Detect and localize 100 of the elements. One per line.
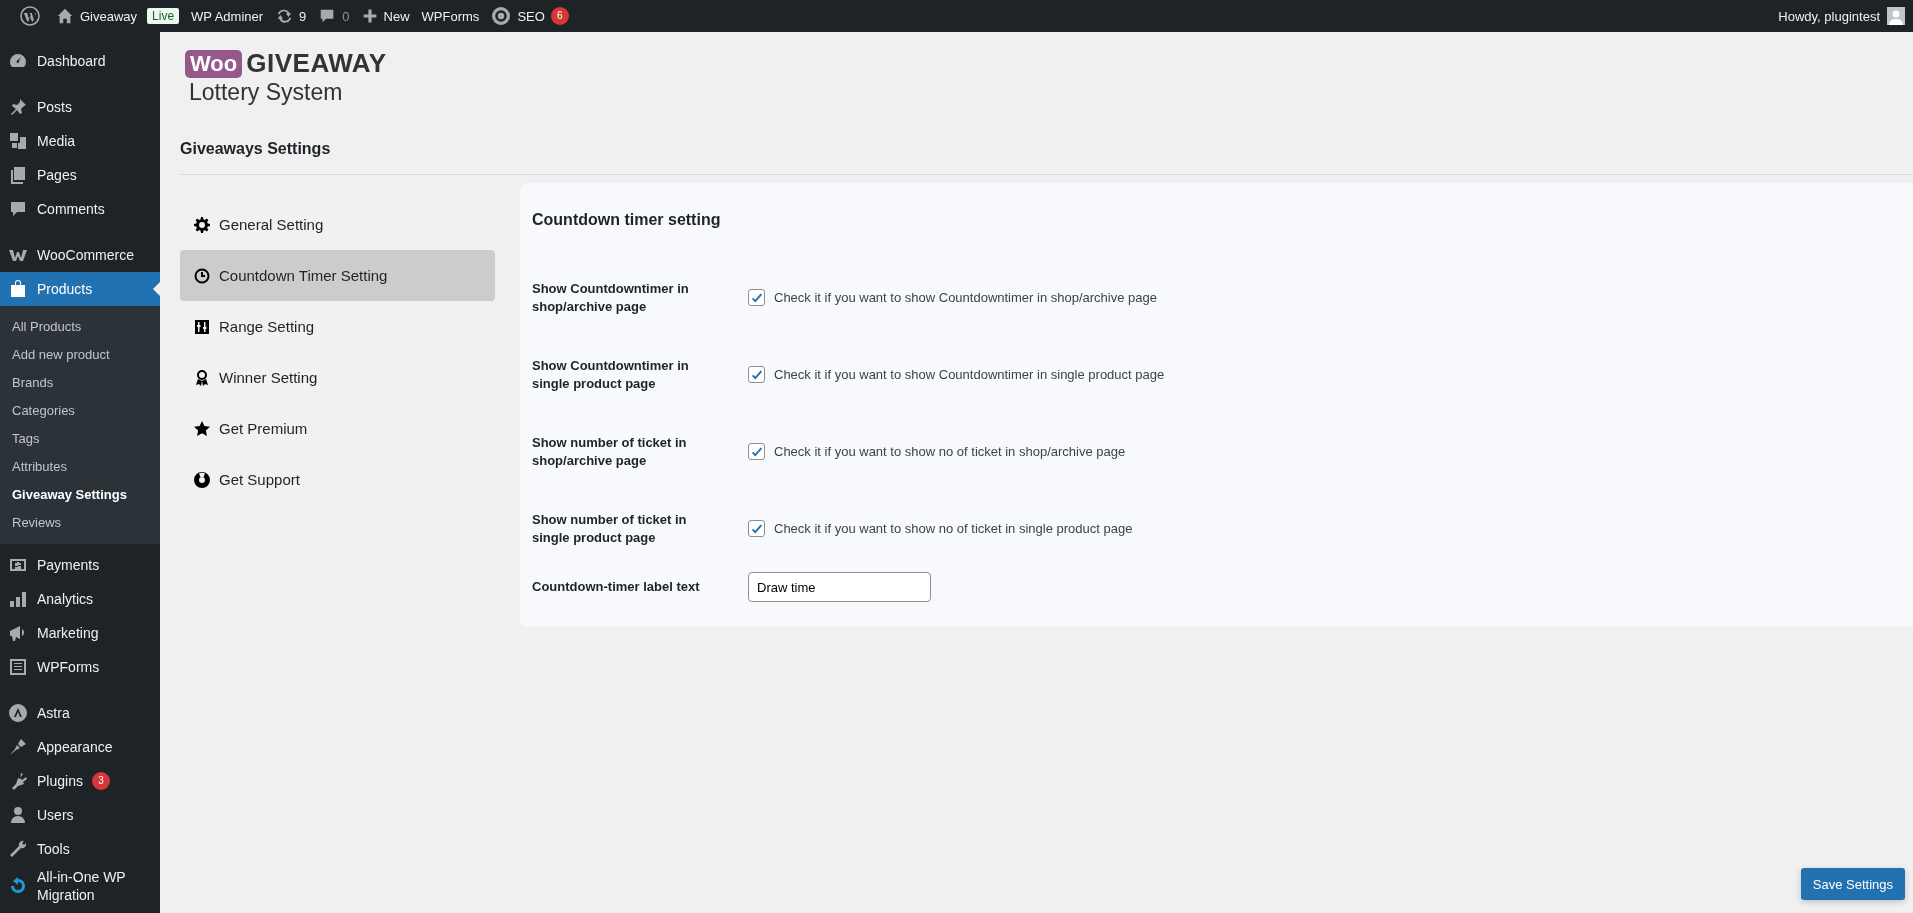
media-icon	[8, 131, 28, 151]
brand-badge: Woo	[185, 49, 243, 78]
comments-count[interactable]: 0	[342, 8, 350, 24]
page-title: Giveaways Settings	[180, 140, 332, 158]
submenu-item[interactable]: Giveaway Settings	[0, 481, 160, 509]
menu-item[interactable]: Comments	[0, 192, 160, 226]
notification-badge: 3	[91, 772, 110, 790]
settings-tab[interactable]: Get Support	[180, 454, 495, 505]
settings-tab[interactable]: Get Premium	[180, 403, 495, 454]
settings-tab[interactable]: General Setting	[180, 199, 495, 250]
field-label: Show Countdowntimer in single product page	[532, 356, 690, 393]
refresh-icon	[275, 7, 294, 25]
wrench-icon	[8, 839, 28, 859]
menu-label: WooCommerce	[37, 245, 134, 265]
menu-label: Marketing	[37, 623, 99, 643]
bag-icon	[8, 279, 28, 299]
menu-item[interactable]: Appearance	[0, 730, 160, 764]
menu-label: Payments	[37, 555, 100, 575]
bar-chart-icon	[8, 589, 28, 609]
menu-label: Astra	[37, 703, 70, 723]
pages-icon	[8, 165, 28, 185]
notification-badge: 6	[550, 7, 569, 25]
checkbox-description: Check it if you want to show no of ticket in single product page	[774, 521, 1133, 536]
submenu-item[interactable]: Add new product	[0, 341, 160, 369]
submenu-item[interactable]: All Products	[0, 313, 160, 341]
new-link[interactable]: New	[383, 8, 410, 24]
checkbox-description: Check it if you want to show Countdowntimer in shop/archive page	[774, 290, 1157, 305]
menu-label: Analytics	[37, 589, 94, 609]
seo-link[interactable]: SEO	[517, 8, 545, 24]
save-settings-button[interactable]: Save Settings	[1800, 868, 1905, 900]
menu-item[interactable]: Posts	[0, 90, 160, 124]
menu-item[interactable]: Media	[0, 124, 160, 158]
adminer-link[interactable]: WP Adminer	[191, 8, 264, 24]
menu-label: Products	[37, 279, 93, 299]
menu-label: Posts	[37, 97, 72, 117]
wpforms-link[interactable]: WPForms	[421, 8, 480, 24]
menu-item[interactable]: Dashboard	[0, 44, 160, 78]
person-icon	[8, 805, 28, 825]
clock-icon	[194, 267, 210, 284]
tab-label: Countdown Timer Setting	[219, 267, 388, 284]
checkbox-description: Check it if you want to show Countdowntimer in single product page	[774, 367, 1165, 382]
menu-label: All-in-One WP Migration	[37, 868, 127, 905]
settings-tab[interactable]: Range Setting	[180, 301, 495, 352]
menu-label: Pages	[37, 165, 77, 185]
tab-label: Get Premium	[219, 420, 308, 437]
menu-item[interactable]: Astra	[0, 696, 160, 730]
tab-label: Range Setting	[219, 318, 315, 335]
menu-item[interactable]: Pages	[0, 158, 160, 192]
logo-subtitle: Lottery System	[189, 79, 344, 106]
plus-icon	[361, 8, 378, 24]
submenu-item[interactable]: Reviews	[0, 509, 160, 537]
menu-item[interactable]: Payments	[0, 548, 160, 582]
site-name-link[interactable]: Giveaway	[80, 8, 138, 24]
menu-label: Users	[37, 805, 74, 825]
form-icon	[8, 657, 28, 677]
field-label: Show number of ticket in shop/archive page	[532, 433, 688, 470]
field-label: Show number of ticket in single product page	[532, 510, 688, 547]
checkbox[interactable]	[748, 443, 765, 460]
menu-label: Tools	[37, 839, 70, 859]
submenu-item[interactable]: Brands	[0, 369, 160, 397]
field-label: Show Countdowntimer in shop/archive page	[532, 279, 690, 316]
menu-label: Media	[37, 131, 76, 151]
settings-tab[interactable]: Countdown Timer Setting	[180, 250, 495, 301]
menu-item[interactable]: All-in-One WP Migration	[0, 866, 160, 907]
wordpress-logo-icon[interactable]	[20, 6, 40, 26]
menu-label: Appearance	[37, 737, 113, 757]
greeting-link[interactable]: Howdy, plugintest	[1778, 8, 1880, 24]
menu-label: Dashboard	[37, 51, 106, 71]
menu-item[interactable]: Products	[0, 272, 160, 306]
logo-title: GIVEAWAY	[246, 48, 387, 79]
field-label: Countdown-timer label text	[532, 578, 701, 596]
input-field[interactable]: Draw time	[748, 572, 931, 602]
menu-label: WPForms	[37, 657, 100, 677]
live-badge: Live	[147, 8, 180, 24]
checkbox-description: Check it if you want to show no of ticket in shop/archive page	[774, 444, 1126, 459]
settings-tab[interactable]: Winner Setting	[180, 352, 495, 403]
menu-item[interactable]: Analytics	[0, 582, 160, 616]
menu-item[interactable]: WooCommerce	[0, 238, 160, 272]
submenu-item[interactable]: Tags	[0, 425, 160, 453]
star-icon	[194, 420, 210, 437]
section-title: Countdown timer setting	[532, 211, 722, 229]
menu-item[interactable]: Marketing	[0, 616, 160, 650]
menu-label: Plugins	[37, 771, 83, 791]
tab-label: General Setting	[219, 216, 324, 233]
checkbox[interactable]	[748, 520, 765, 537]
menu-item[interactable]: Plugins 3	[0, 764, 160, 798]
submenu-item[interactable]: Attributes	[0, 453, 160, 481]
submenu-item[interactable]: Categories	[0, 397, 160, 425]
menu-item[interactable]: WPForms	[0, 650, 160, 684]
checkbox[interactable]	[748, 366, 765, 383]
menu-item[interactable]: Users	[0, 798, 160, 832]
tab-label: Get Support	[219, 471, 300, 488]
checkbox[interactable]	[748, 289, 765, 306]
updates-count[interactable]: 9	[299, 8, 307, 24]
menu-item[interactable]: Tools	[0, 832, 160, 866]
sliders-icon	[194, 318, 210, 335]
tab-label: Winner Setting	[219, 369, 318, 386]
speech-bubble-icon	[8, 199, 28, 219]
home-icon	[56, 7, 74, 25]
ribbon-icon	[194, 369, 210, 386]
